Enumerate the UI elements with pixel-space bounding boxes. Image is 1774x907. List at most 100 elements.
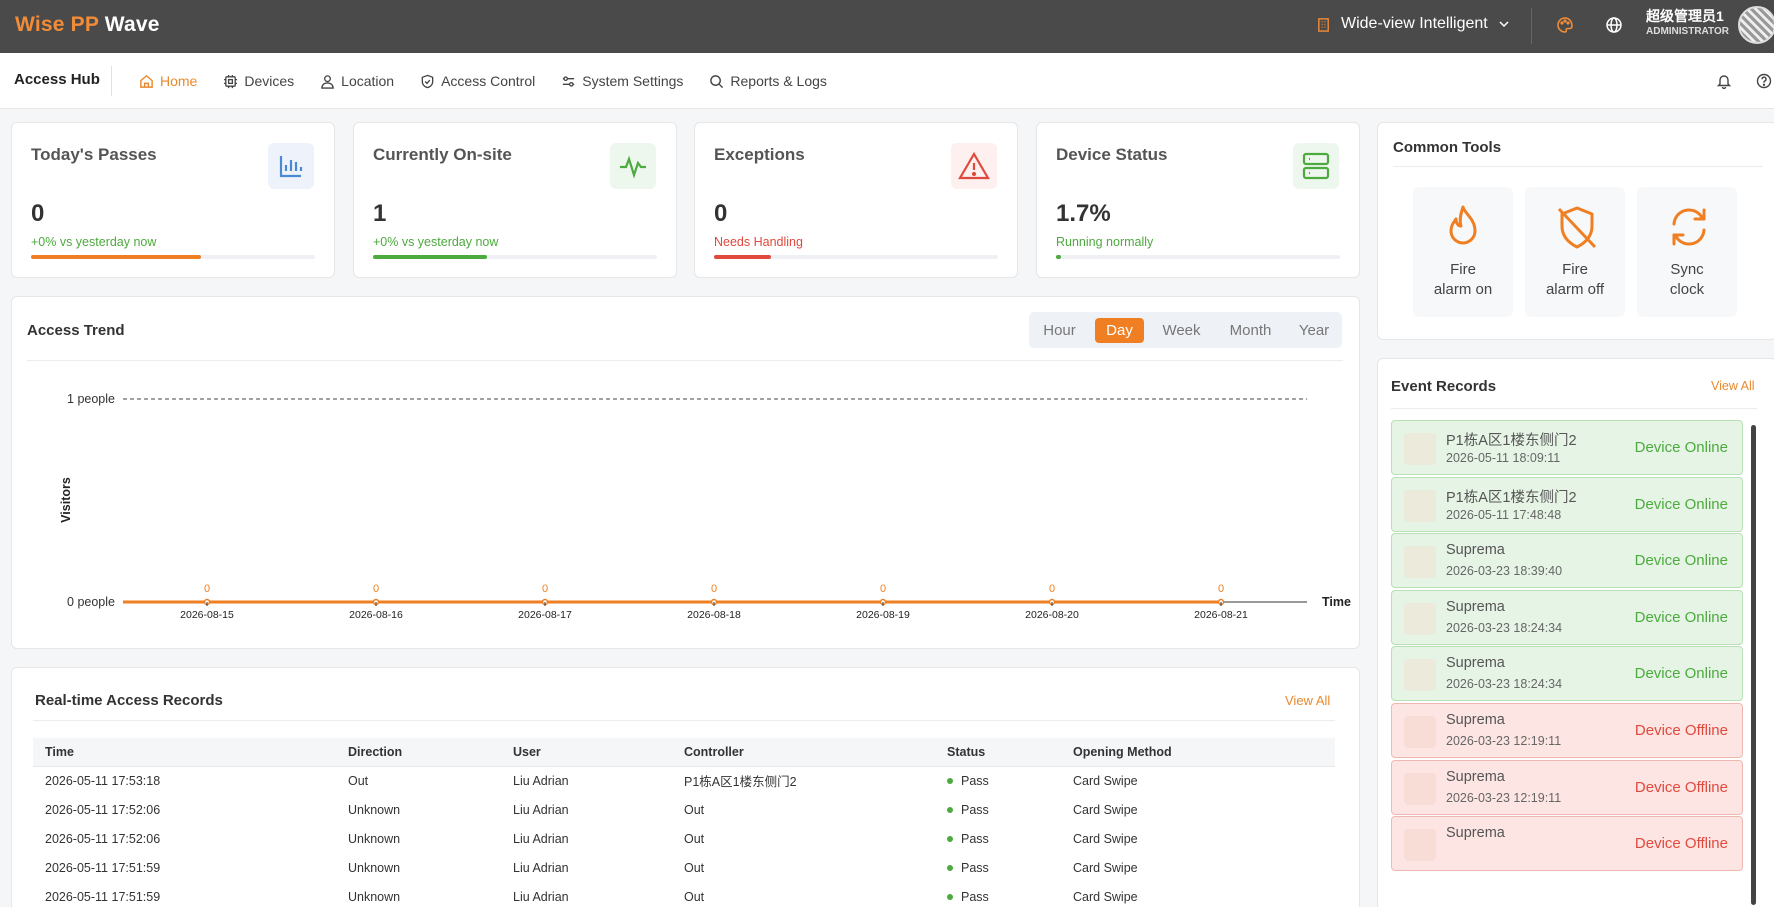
status-cell: Pass [935, 766, 1061, 795]
column-header[interactable]: Controller [672, 738, 935, 767]
shield-icon [421, 74, 434, 88]
table-row[interactable]: 2026-05-11 17:52:06 Unknown Liu Adrian Out P… [33, 824, 1335, 853]
nav-item-access-control[interactable]: Access Control [420, 73, 535, 89]
column-header[interactable]: Status [935, 738, 1061, 767]
table-cell: Liu Adrian [501, 795, 672, 824]
event-thumbnail [1404, 772, 1436, 805]
table-cell: 2026-05-11 17:51:59 [33, 882, 336, 907]
cell-text: Pass [961, 773, 989, 788]
status-cell: Pass [935, 795, 1061, 824]
event-thumbnail [1404, 546, 1436, 579]
progress-fill [714, 255, 771, 259]
progress-fill [1056, 255, 1061, 259]
range-year[interactable]: Year [1290, 318, 1338, 343]
x-tick-label: 2026-08-19 [856, 609, 910, 621]
progress-fill [373, 255, 487, 259]
event-item[interactable]: Suprema 2026-03-23 18:24:34 Device Online [1391, 646, 1743, 702]
event-thumbnail [1404, 659, 1436, 692]
event-status: Device Offline [1634, 778, 1728, 796]
globe-icon[interactable] [1605, 16, 1623, 39]
sliders-icon [563, 75, 575, 87]
cell-text: Pass [961, 860, 989, 875]
table-row[interactable]: 2026-05-11 17:51:59 Unknown Liu Adrian Out P… [33, 882, 1335, 907]
trend-divider [27, 360, 1343, 361]
tool-label: clock [1669, 281, 1705, 298]
org-switcher[interactable]: Wide-view Intelligent [1316, 15, 1510, 33]
fire-alarm-off-button[interactable]: Fire alarm off [1525, 187, 1625, 317]
status-cell: Pass [935, 853, 1061, 882]
warning-icon [951, 143, 997, 189]
event-item[interactable]: Suprema 2026-03-23 18:39:40 Device Online [1391, 533, 1743, 589]
x-tick-label: 2026-08-17 [518, 609, 572, 621]
nav-item-reports-logs[interactable]: Reports & Logs [709, 73, 827, 89]
tool-label: Fire [1562, 261, 1588, 278]
table-row[interactable]: 2026-05-11 17:52:06 Unknown Liu Adrian Out P… [33, 795, 1335, 824]
stat-card-device-status: Device Status 1.7% Running normally [1036, 122, 1360, 278]
event-item[interactable]: P1栋A区1楼东侧门2 2026-05-11 18:09:11 Device Onl… [1391, 420, 1743, 475]
nav-item-devices[interactable]: Devices [223, 73, 294, 89]
cell-text: Out [684, 802, 705, 817]
user-info[interactable]: 超级管理员1 ADMINISTRATOR [1646, 8, 1729, 40]
event-time: 2026-03-23 18:24:34 [1446, 677, 1563, 692]
palette-icon[interactable] [1556, 16, 1574, 39]
event-item[interactable]: Suprema Device Offline [1391, 816, 1743, 872]
table-cell: P1栋A区1楼东侧门2 [672, 766, 935, 795]
event-item[interactable]: Suprema 2026-03-23 18:24:34 Device Online [1391, 589, 1743, 645]
cell-text: 2026-05-11 17:51:59 [45, 889, 161, 904]
event-item[interactable]: Suprema 2026-03-23 12:19:11 Device Offline [1391, 703, 1743, 758]
range-day[interactable]: Day [1095, 318, 1144, 343]
table-cell: Card Swipe [1061, 853, 1335, 882]
brand-logo[interactable]: Wise PP Wave [15, 13, 160, 37]
range-month[interactable]: Month [1218, 318, 1283, 343]
x-axis-label: Time [1322, 595, 1351, 609]
cell-text: Card Swipe [1073, 802, 1138, 817]
column-header[interactable]: Time [33, 738, 336, 767]
stat-value: 1 [373, 200, 387, 227]
event-status: Device Online [1634, 495, 1728, 513]
nav-label: Access Control [441, 73, 536, 89]
range-hour[interactable]: Hour [1033, 318, 1086, 343]
event-status: Device Online [1634, 439, 1728, 456]
help-icon[interactable] [1756, 73, 1772, 94]
table-cell: Liu Adrian [501, 824, 672, 853]
flame-icon [1449, 205, 1477, 245]
table-row[interactable]: 2026-05-11 17:53:18 Out Liu Adrian P1栋A区1楼东… [33, 766, 1335, 795]
records-view-all-link[interactable]: View All [1285, 693, 1330, 708]
cell-text: Liu Adrian [513, 802, 569, 817]
nav-item-location[interactable]: Location [320, 73, 394, 89]
data-label: 0 [373, 583, 379, 595]
column-header[interactable]: Opening Method [1061, 738, 1335, 767]
event-time: 2026-03-23 12:19:11 [1446, 734, 1562, 748]
event-name: Suprema [1446, 825, 1505, 842]
stat-title: Device Status [1056, 145, 1168, 164]
cell-text: Unknown [348, 889, 401, 904]
data-label: 0 [880, 583, 886, 595]
sync-clock-button[interactable]: Sync clock [1637, 187, 1737, 317]
table-cell: Liu Adrian [501, 853, 672, 882]
x-tick-label: 2026-08-16 [349, 609, 403, 621]
progress-track [714, 255, 998, 259]
nav-item-system-settings[interactable]: System Settings [561, 73, 683, 89]
event-item[interactable]: P1栋A区1楼东侧门2 2026-05-11 17:48:48 Device Onl… [1391, 476, 1743, 532]
nav-label: Devices [244, 73, 295, 89]
stat-card-onsite: Currently On-site 1 +0% vs yesterday now [353, 122, 677, 278]
cell-text: Out [684, 860, 705, 875]
table-cell: 2026-05-11 17:52:06 [33, 824, 336, 853]
nav-item-home[interactable]: Home [139, 73, 197, 89]
app-title: Access Hub [14, 71, 100, 88]
table-cell: Liu Adrian [501, 882, 672, 907]
column-header[interactable]: Direction [336, 738, 501, 767]
event-list-scrollbar[interactable] [1751, 425, 1756, 905]
bell-icon[interactable] [1716, 73, 1732, 94]
event-item[interactable]: Suprema 2026-03-23 12:19:11 Device Offline [1391, 759, 1743, 815]
table-row[interactable]: 2026-05-11 17:51:59 Unknown Liu Adrian Out P… [33, 853, 1335, 882]
range-week[interactable]: Week [1152, 318, 1211, 343]
x-tick-label: 2026-08-15 [180, 609, 234, 621]
cell-text: Pass [961, 889, 989, 904]
events-view-all-link[interactable]: View All [1711, 379, 1755, 393]
fire-alarm-on-button[interactable]: Fire alarm on [1413, 187, 1513, 317]
column-header[interactable]: User [501, 738, 672, 767]
cell-text: Liu Adrian [513, 831, 569, 846]
avatar[interactable] [1738, 6, 1774, 44]
stat-value: 1.7% [1056, 200, 1111, 227]
